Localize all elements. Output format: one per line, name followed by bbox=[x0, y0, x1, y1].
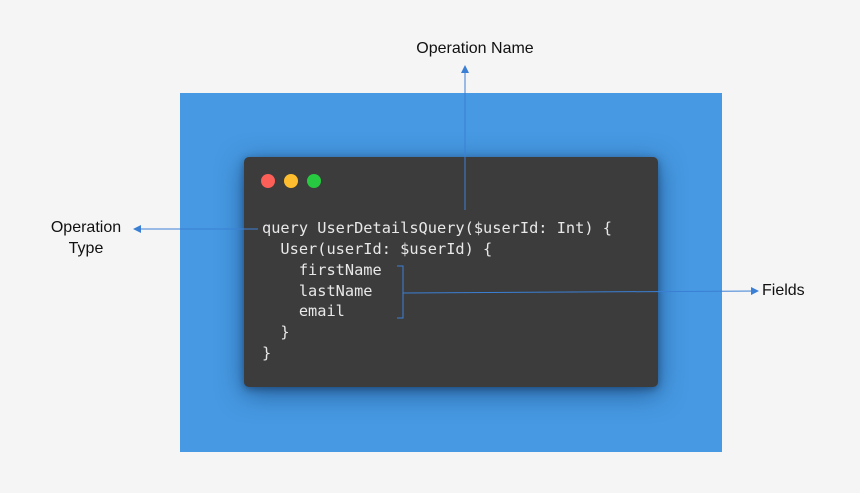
operation-name-label: Operation Name bbox=[416, 40, 534, 57]
fields-arrow bbox=[402, 287, 759, 296]
fields-label: Fields bbox=[762, 282, 805, 299]
operation-type-label-line1: Operation bbox=[50, 219, 122, 236]
operation-type-label: Operation Type bbox=[34, 217, 138, 259]
operation-type-label-line2: Type bbox=[68, 240, 104, 257]
fields-bracket bbox=[397, 265, 404, 319]
